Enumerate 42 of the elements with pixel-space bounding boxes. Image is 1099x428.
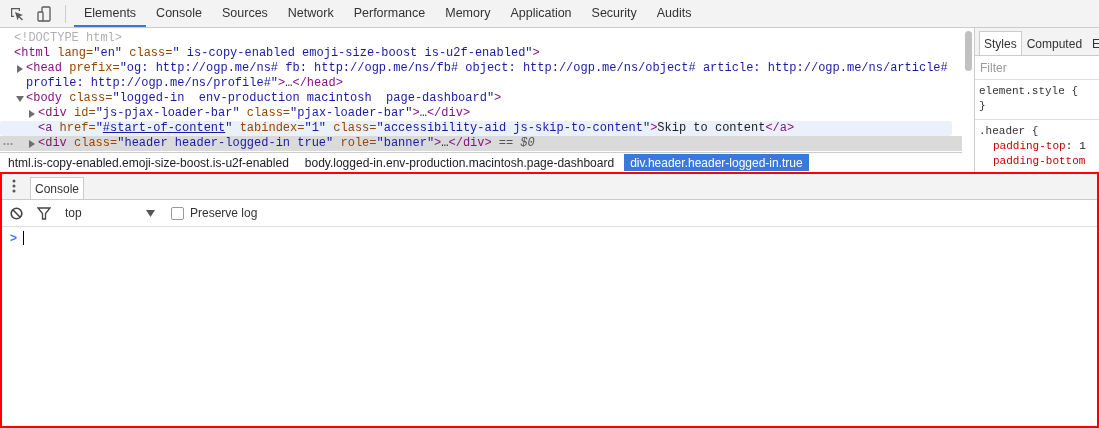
expand-arrow-icon[interactable] [16,94,24,103]
panel-tab[interactable]: Application [500,0,582,27]
closing-brace: } [979,99,987,114]
css-declaration: padding-bottom [992,154,1087,169]
checkbox[interactable] [171,206,184,220]
panel-tab[interactable]: Sources [212,0,278,27]
expand-arrow-icon[interactable] [28,109,36,118]
css-selector: element.style { [979,84,1080,99]
dom-node-line[interactable]: <html lang="en" class=" is-copy-enabled emoji-size-boost is-u2f-enabled"> [14,46,540,61]
drawer-tab[interactable]: Console [30,177,85,199]
panel-tab[interactable]: Performance [343,0,436,27]
console-input[interactable]: > [2,227,1097,249]
dropdown-arrow-icon [146,209,155,217]
preserve-log-checkbox[interactable]: Preserve log [171,206,258,220]
panel-tab[interactable]: Memory [435,0,501,27]
href-link[interactable]: #start-of-content [102,121,226,135]
panel-tab[interactable]: Network [277,0,344,27]
menu-icon[interactable] [12,179,16,193]
scrollbar[interactable] [962,28,975,172]
selected-node-marker: == $0 [498,136,535,150]
sidebar-tab[interactable]: E [1087,31,1099,55]
expand-arrow-icon[interactable] [28,139,36,148]
css-selector: .header { [979,124,1040,139]
panel-tab[interactable]: Elements [74,0,147,27]
expand-arrow-icon[interactable] [16,64,24,73]
css-declaration: padding-top: 1 [992,139,1087,154]
inspect-icon[interactable] [9,5,25,22]
sidebar-tab[interactable]: Styles [979,31,1022,55]
device-icon[interactable] [36,5,52,22]
breadcrumb[interactable]: div.header.header-logged-in.true [624,154,809,172]
sidebar-tab[interactable]: Computed [1021,31,1088,55]
panel-tab[interactable]: Security [581,0,647,27]
panel-tab[interactable]: Console [146,0,212,27]
breadcrumb[interactable]: body.logged-in.env-production.macintosh.page-dashboard [298,154,621,172]
breadcrumb[interactable]: html.is-copy-enabled.emoji-size-boost.is-u2f-enabled [2,154,295,172]
dom-node-line[interactable]: <div id="js-pjax-loader-bar" class="pjax-loader-bar">…</div> [38,106,471,121]
filter-icon[interactable] [37,206,51,220]
clear-icon[interactable] [10,206,23,220]
panel-tab[interactable]: Audits [646,0,702,27]
dom-node-line[interactable]: <head prefix="og: http://ogp.me/ns# fb: http://ogp.me/ns/fb# object: http://ogp.me/ns/object# article: http://ogp.me/ns/article# profile: http://ogp.me/ns/profile#">…</head> [26,61,962,91]
dom-node-line[interactable]: <body class="logged-in env-production macintosh page-dashboard"> [26,91,502,106]
context-dropdown[interactable]: top [65,206,159,220]
